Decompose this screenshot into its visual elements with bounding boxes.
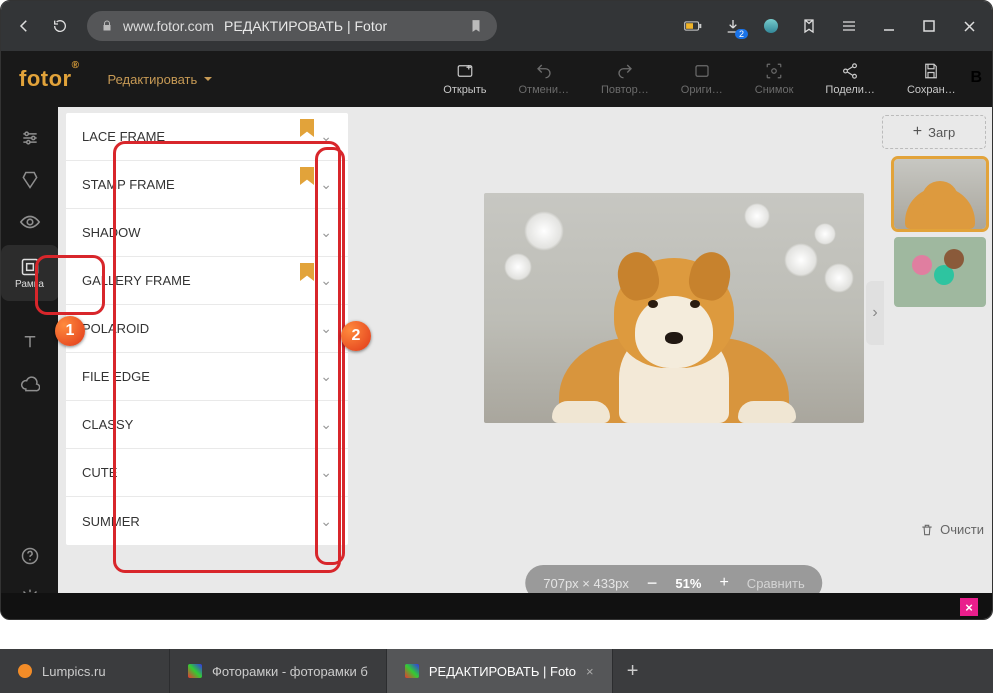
favicon <box>18 664 32 678</box>
frame-label: SUMMER <box>82 514 140 529</box>
chevron-down-icon: ⌄ <box>320 176 332 193</box>
footer-strip <box>1 593 992 619</box>
tab-fotor-active[interactable]: РЕДАКТИРОВАТЬ | Foto × <box>387 649 613 693</box>
frame-label: FILE EDGE <box>82 369 150 384</box>
chevron-down-icon: ⌄ <box>320 513 332 530</box>
canvas-image[interactable] <box>484 193 864 423</box>
canvas-dimensions: 707px × 433px <box>543 576 629 591</box>
undo-button[interactable]: Отмени… <box>518 62 569 96</box>
beauty-tool[interactable] <box>1 201 58 243</box>
app-header: fotor® Редактировать Открыть Отмени… Пов… <box>1 51 992 107</box>
left-tool-rail: Рамка <box>1 107 58 619</box>
fotor-logo: fotor® <box>19 66 79 92</box>
frame-label: CUTE <box>82 465 117 480</box>
back-button[interactable] <box>15 17 33 35</box>
open-button[interactable]: Открыть <box>443 62 486 96</box>
frame-label: SHADOW <box>82 225 141 240</box>
bookmark-icon <box>300 263 314 281</box>
address-bar[interactable]: www.fotor.com РЕДАКТИРОВАТЬ | Fotor <box>87 11 497 41</box>
chevron-down-icon: ⌄ <box>320 416 332 433</box>
frame-row[interactable]: FILE EDGE ⌄ <box>66 353 348 401</box>
browser-toolbar: www.fotor.com РЕДАКТИРОВАТЬ | Fotor 2 <box>1 1 992 51</box>
chevron-down-icon: ⌄ <box>320 224 332 241</box>
bookmark-page-icon[interactable] <box>469 19 483 33</box>
chevron-down-icon: ⌄ <box>320 128 332 145</box>
thumbnail-2[interactable] <box>894 237 986 307</box>
text-tool[interactable] <box>1 321 58 363</box>
mode-dropdown[interactable]: Редактировать <box>107 72 213 87</box>
zoom-out-button[interactable]: − <box>647 573 658 594</box>
menu-button[interactable] <box>840 17 858 35</box>
favicon <box>405 664 419 678</box>
bold-indicator: B <box>960 57 992 99</box>
browser-tab-bar: Lumpics.ru Фоторамки - фоторамки б РЕДАК… <box>0 649 993 693</box>
new-tab-button[interactable]: + <box>613 660 653 683</box>
extensions-button[interactable] <box>764 19 778 33</box>
frame-row[interactable]: CUTE ⌄ <box>66 449 348 497</box>
tab-lumpics[interactable]: Lumpics.ru <box>0 649 170 693</box>
upload-button[interactable]: +Загр <box>882 115 986 149</box>
original-button[interactable]: Ориги… <box>681 62 723 96</box>
clear-button[interactable]: Очисти <box>920 522 984 537</box>
chevron-down-icon: ⌄ <box>320 320 332 337</box>
cloud-tool[interactable] <box>1 363 58 405</box>
help-button[interactable] <box>1 535 58 577</box>
redo-button[interactable]: Повтор… <box>601 62 649 96</box>
bookmark-icon <box>300 119 314 137</box>
adjust-tool[interactable] <box>1 117 58 159</box>
close-ad-button[interactable]: × <box>960 598 978 616</box>
frame-label: POLAROID <box>82 321 149 336</box>
frame-row[interactable]: LACE FRAME ⌄ <box>66 113 348 161</box>
downloads-button[interactable]: 2 <box>724 17 742 35</box>
compare-button[interactable]: Сравнить <box>747 576 805 591</box>
frame-label: CLASSY <box>82 417 133 432</box>
url-host: www.fotor.com <box>123 18 214 34</box>
frame-row[interactable]: STAMP FRAME ⌄ <box>66 161 348 209</box>
chevron-down-icon: ⌄ <box>320 368 332 385</box>
snapshot-button[interactable]: Снимок <box>755 62 794 96</box>
frame-row[interactable]: SHADOW ⌄ <box>66 209 348 257</box>
collapse-right-panel[interactable]: › <box>866 281 884 345</box>
bookmark-icon <box>300 167 314 185</box>
frame-label: STAMP FRAME <box>82 177 175 192</box>
frame-row[interactable]: GALLERY FRAME ⌄ <box>66 257 348 305</box>
reload-button[interactable] <box>51 17 69 35</box>
tab-fotoramki[interactable]: Фоторамки - фоторамки б <box>170 649 387 693</box>
close-window-button[interactable] <box>960 17 978 35</box>
thumbnail-1[interactable] <box>894 159 986 229</box>
frame-row[interactable]: CLASSY ⌄ <box>66 401 348 449</box>
minimize-button[interactable] <box>880 17 898 35</box>
effect-tool[interactable] <box>1 159 58 201</box>
reading-list-button[interactable] <box>800 17 818 35</box>
zoom-level: 51% <box>675 576 701 591</box>
chevron-down-icon: ⌄ <box>320 464 332 481</box>
zoom-in-button[interactable]: + <box>719 574 728 592</box>
favicon <box>188 664 202 678</box>
frame-row[interactable]: POLAROID ⌄ <box>66 305 348 353</box>
frames-panel: LACE FRAME⌄STAMP FRAME⌄SHADOW⌄GALLERY FR… <box>58 107 356 619</box>
frame-row[interactable]: SUMMER ⌄ <box>66 497 348 545</box>
close-tab-icon[interactable]: × <box>586 664 594 679</box>
frame-label: LACE FRAME <box>82 129 165 144</box>
maximize-button[interactable] <box>920 17 938 35</box>
lock-icon <box>101 20 113 32</box>
frame-tool[interactable]: Рамка <box>1 245 59 301</box>
chevron-down-icon: ⌄ <box>320 272 332 289</box>
chevron-down-icon <box>203 74 213 84</box>
frame-label: GALLERY FRAME <box>82 273 191 288</box>
save-button[interactable]: Сохран… <box>907 62 956 96</box>
trash-icon <box>920 523 934 537</box>
share-button[interactable]: Подели… <box>825 62 875 96</box>
url-title: РЕДАКТИРОВАТЬ | Fotor <box>224 18 387 34</box>
battery-icon <box>684 17 702 35</box>
